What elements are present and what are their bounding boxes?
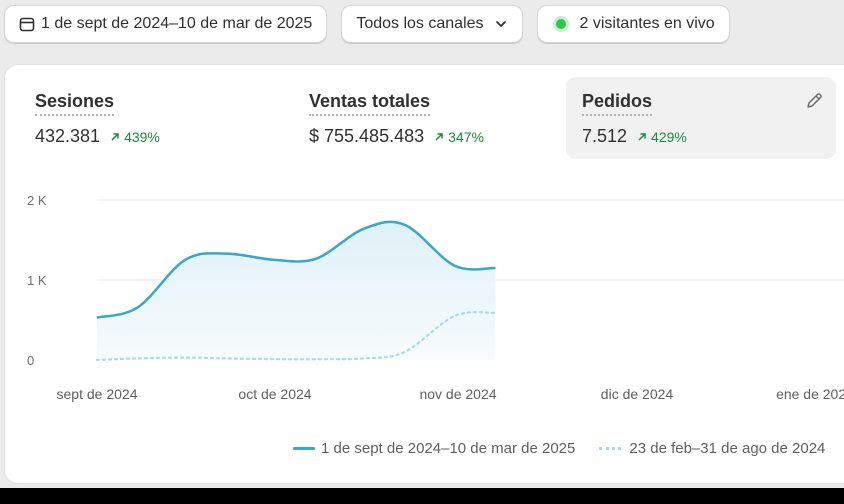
y-tick-label: 2 K: [27, 193, 47, 208]
date-range-button[interactable]: 1 de sept de 2024–10 de mar de 2025: [4, 5, 328, 43]
x-tick-label: oct de 2024: [238, 386, 311, 402]
x-tick-label: dic de 2024: [601, 386, 674, 402]
chart-legend: 1 de sept de 2024–10 de mar de 2025 23 d…: [293, 440, 825, 457]
x-tick-label: ene de 2025: [776, 386, 844, 402]
x-tick-label: nov de 2024: [419, 386, 496, 402]
y-tick-label: 0: [27, 353, 34, 368]
calendar-icon: [19, 16, 35, 32]
legend-label-comparison: 23 de feb–31 de ago de 2024: [629, 440, 826, 457]
live-indicator-icon: [555, 19, 566, 29]
series-area-current: [97, 221, 496, 360]
screen-edge: [0, 488, 844, 504]
date-range-label: 1 de sept de 2024–10 de mar de 2025: [41, 15, 313, 32]
legend-label-current: 1 de sept de 2024–10 de mar de 2025: [321, 440, 576, 457]
legend-swatch-current: [293, 447, 315, 450]
legend-swatch-comparison: [599, 447, 622, 450]
channel-select[interactable]: Todos los canales: [341, 5, 523, 43]
filter-bar: 1 de sept de 2024–10 de mar de 2025 Todo…: [0, 0, 844, 48]
y-tick-label: 1 K: [27, 273, 47, 288]
orders-chart: 0 1 K 2 K sept de 2024 oct de 2024 nov de 202…: [27, 193, 844, 402]
live-visitors-label: 2 visitantes en vivo: [579, 15, 715, 32]
channel-select-label: Todos los canales: [356, 15, 484, 32]
live-visitors-button[interactable]: 2 visitantes en vivo: [536, 5, 730, 43]
x-tick-label: sept de 2024: [57, 386, 138, 402]
chevron-down-icon: [494, 17, 508, 31]
analytics-card: Sesiones 432.381 439% Ventas totales $ 7…: [4, 64, 844, 484]
